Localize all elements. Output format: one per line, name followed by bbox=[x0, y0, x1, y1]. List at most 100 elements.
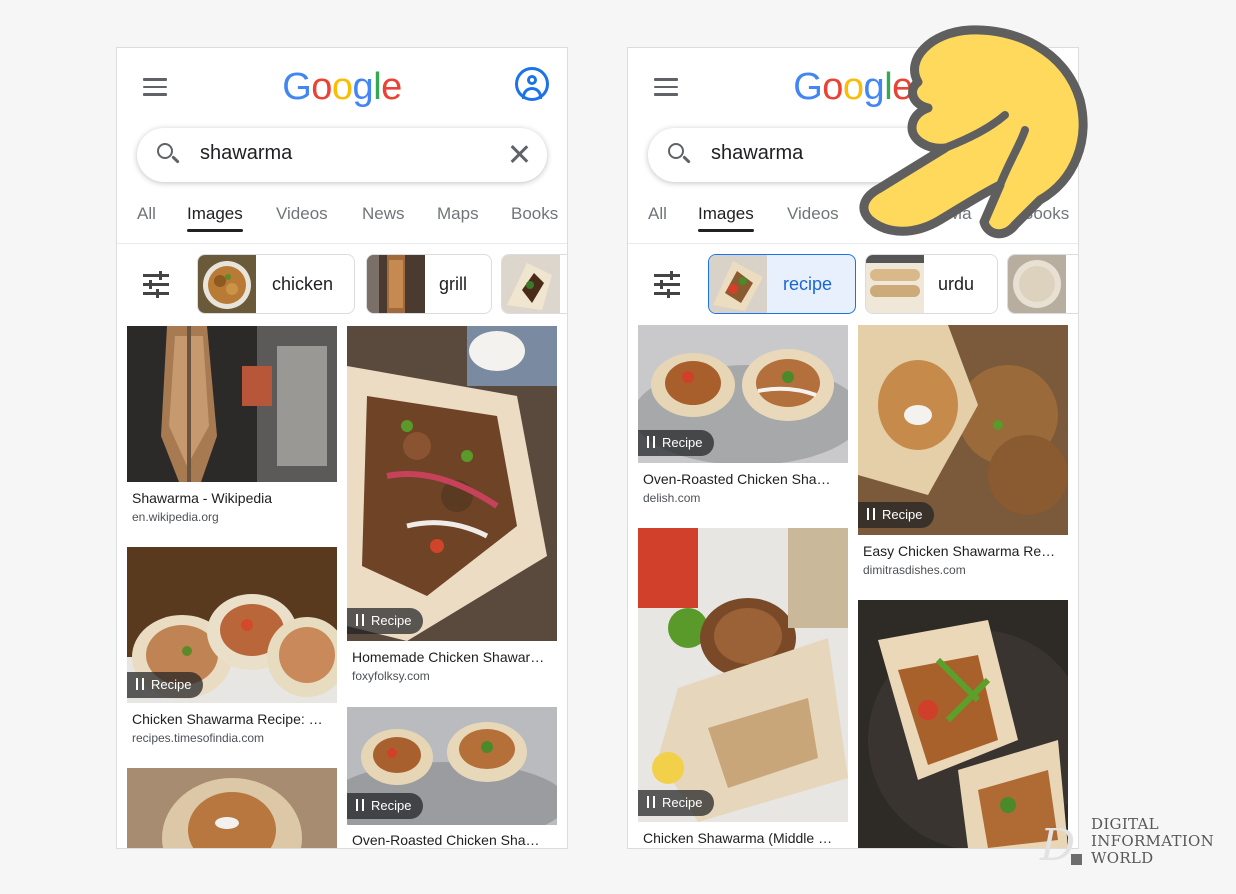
chip-thumbnail bbox=[1008, 255, 1066, 313]
badge-label: Recipe bbox=[662, 795, 703, 810]
chip-more[interactable] bbox=[1007, 254, 1078, 314]
google-logo[interactable]: Google bbox=[628, 66, 1078, 109]
logo-letter: l bbox=[884, 66, 893, 108]
chip-label: chicken bbox=[272, 274, 334, 294]
tabs-divider bbox=[117, 243, 567, 244]
top-bar: Google bbox=[117, 48, 567, 126]
result-title: Shawarma - Wikipedia bbox=[132, 490, 273, 506]
chip-label: recipe bbox=[783, 274, 833, 294]
result-source: foxyfolksy.com bbox=[352, 669, 430, 683]
tab-images[interactable]: Images bbox=[698, 204, 754, 232]
result-title: Oven-Roasted Chicken Sha… bbox=[643, 471, 831, 487]
chip-thumbnail bbox=[198, 255, 256, 313]
tab-images[interactable]: Images bbox=[187, 204, 243, 232]
google-logo[interactable]: Google bbox=[117, 66, 567, 109]
image-result[interactable]: Recipe Homemade Chicken Shawar… foxyfolk… bbox=[347, 326, 557, 684]
result-source: delish.com bbox=[643, 491, 701, 505]
logo-letter: g bbox=[863, 66, 885, 108]
result-image bbox=[127, 326, 337, 482]
chip-label: grill bbox=[439, 274, 468, 294]
filter-chips: recipe urdu bbox=[628, 254, 1078, 314]
logo-letter: G bbox=[793, 66, 823, 108]
watermark-line: DIGITAL bbox=[1091, 815, 1159, 833]
recipe-badge: Recipe bbox=[638, 430, 715, 456]
chip-urdu[interactable]: urdu bbox=[865, 254, 998, 314]
result-title: Homemade Chicken Shawar… bbox=[352, 649, 545, 665]
logo-letter: l bbox=[373, 66, 382, 108]
chip-chicken[interactable]: chicken bbox=[197, 254, 355, 314]
search-input[interactable]: shawarma bbox=[200, 142, 480, 165]
logo-letter: e bbox=[892, 66, 913, 108]
watermark-text: DIGITAL INFORMATION WORLD bbox=[1091, 816, 1214, 867]
tab-videos[interactable]: Videos bbox=[276, 204, 328, 224]
image-result[interactable]: Recipe Easy Chicken Shawarma Re… dimitra… bbox=[858, 325, 1068, 585]
watermark-line: INFORMATION bbox=[1091, 832, 1215, 850]
result-source: en.wikipedia.org bbox=[132, 510, 219, 524]
image-result[interactable]: Recipe Oven-Roasted Chicken Sha… delish.… bbox=[638, 325, 848, 515]
tab-books[interactable]: Books bbox=[511, 204, 558, 224]
search-bar: shawarma bbox=[648, 128, 1058, 182]
fork-knife-icon bbox=[646, 796, 658, 808]
tab-all[interactable]: All bbox=[648, 204, 667, 224]
digital-information-world-watermark: D DIGITAL INFORMATION WORLD bbox=[1040, 816, 1220, 872]
badge-label: Recipe bbox=[371, 613, 412, 628]
image-result[interactable] bbox=[858, 600, 1068, 848]
result-source: recipes.timesofindia.com bbox=[132, 731, 265, 745]
recipe-badge: Recipe bbox=[347, 608, 424, 634]
logo-letter: g bbox=[352, 66, 374, 108]
tab-maps[interactable]: Maps bbox=[437, 204, 479, 224]
tab-videos[interactable]: Videos bbox=[787, 204, 839, 224]
result-image bbox=[127, 768, 337, 848]
chip-thumbnail bbox=[866, 255, 924, 313]
chip-thumbnail bbox=[502, 255, 560, 313]
fork-knife-icon bbox=[866, 508, 878, 520]
tab-maps[interactable]: Ma bbox=[948, 204, 972, 224]
badge-label: Recipe bbox=[662, 435, 703, 450]
search-input[interactable]: shawarma bbox=[711, 142, 991, 165]
logo-letter: G bbox=[282, 66, 312, 108]
recipe-badge: Recipe bbox=[858, 502, 935, 528]
recipe-badge: Recipe bbox=[347, 793, 424, 819]
search-icon[interactable] bbox=[157, 143, 180, 165]
tab-all[interactable]: All bbox=[137, 204, 156, 224]
chip-more[interactable] bbox=[501, 254, 567, 314]
search-bar: shawarma bbox=[137, 128, 547, 182]
chip-label: urdu bbox=[938, 274, 975, 294]
tune-filter-icon[interactable] bbox=[654, 271, 680, 298]
filter-chips: chicken grill bbox=[117, 254, 567, 314]
result-title: Chicken Shawarma Recipe: … bbox=[132, 711, 323, 727]
recipe-badge: Recipe bbox=[638, 790, 715, 816]
search-icon[interactable] bbox=[668, 143, 691, 165]
recipe-badge: Recipe bbox=[127, 672, 204, 698]
search-tabs: All Images Videos Ma Books bbox=[628, 200, 1078, 240]
chip-thumbnail bbox=[367, 255, 425, 313]
phone-screen-left: Google shawarma All Images Videos News M… bbox=[116, 47, 568, 849]
fork-knife-icon bbox=[355, 799, 367, 811]
image-result[interactable]: Recipe Chicken Shawarma (Middle … bbox=[638, 528, 848, 848]
account-avatar-icon[interactable] bbox=[515, 67, 549, 101]
logo-letter: o bbox=[331, 66, 353, 108]
watermark-line: WORLD bbox=[1091, 849, 1154, 867]
chip-grill[interactable]: grill bbox=[366, 254, 492, 314]
clear-search-icon[interactable] bbox=[507, 142, 531, 166]
result-title: Chicken Shawarma (Middle … bbox=[643, 830, 833, 846]
tabs-divider bbox=[628, 243, 1078, 244]
fork-knife-icon bbox=[646, 436, 658, 448]
watermark-logo-mark: D bbox=[1040, 820, 1076, 871]
fork-knife-icon bbox=[135, 678, 147, 690]
image-result[interactable]: Recipe Oven-Roasted Chicken Sha… bbox=[347, 707, 557, 848]
fork-knife-icon bbox=[355, 614, 367, 626]
image-result[interactable]: Recipe Chicken Shawarma Recipe: … recipe… bbox=[127, 547, 337, 757]
search-tabs: All Images Videos News Maps Books bbox=[117, 200, 567, 240]
image-result[interactable]: Shawarma - Wikipedia en.wikipedia.org bbox=[127, 326, 337, 536]
tab-news[interactable]: News bbox=[362, 204, 405, 224]
logo-letter: o bbox=[842, 66, 864, 108]
top-bar: Google bbox=[628, 48, 1078, 126]
image-result[interactable] bbox=[127, 768, 337, 848]
chip-recipe[interactable]: recipe bbox=[708, 254, 856, 314]
tab-books[interactable]: Books bbox=[1022, 204, 1069, 224]
result-source: dimitrasdishes.com bbox=[863, 563, 966, 577]
chip-thumbnail bbox=[709, 255, 767, 313]
badge-label: Recipe bbox=[151, 677, 192, 692]
tune-filter-icon[interactable] bbox=[143, 271, 169, 298]
